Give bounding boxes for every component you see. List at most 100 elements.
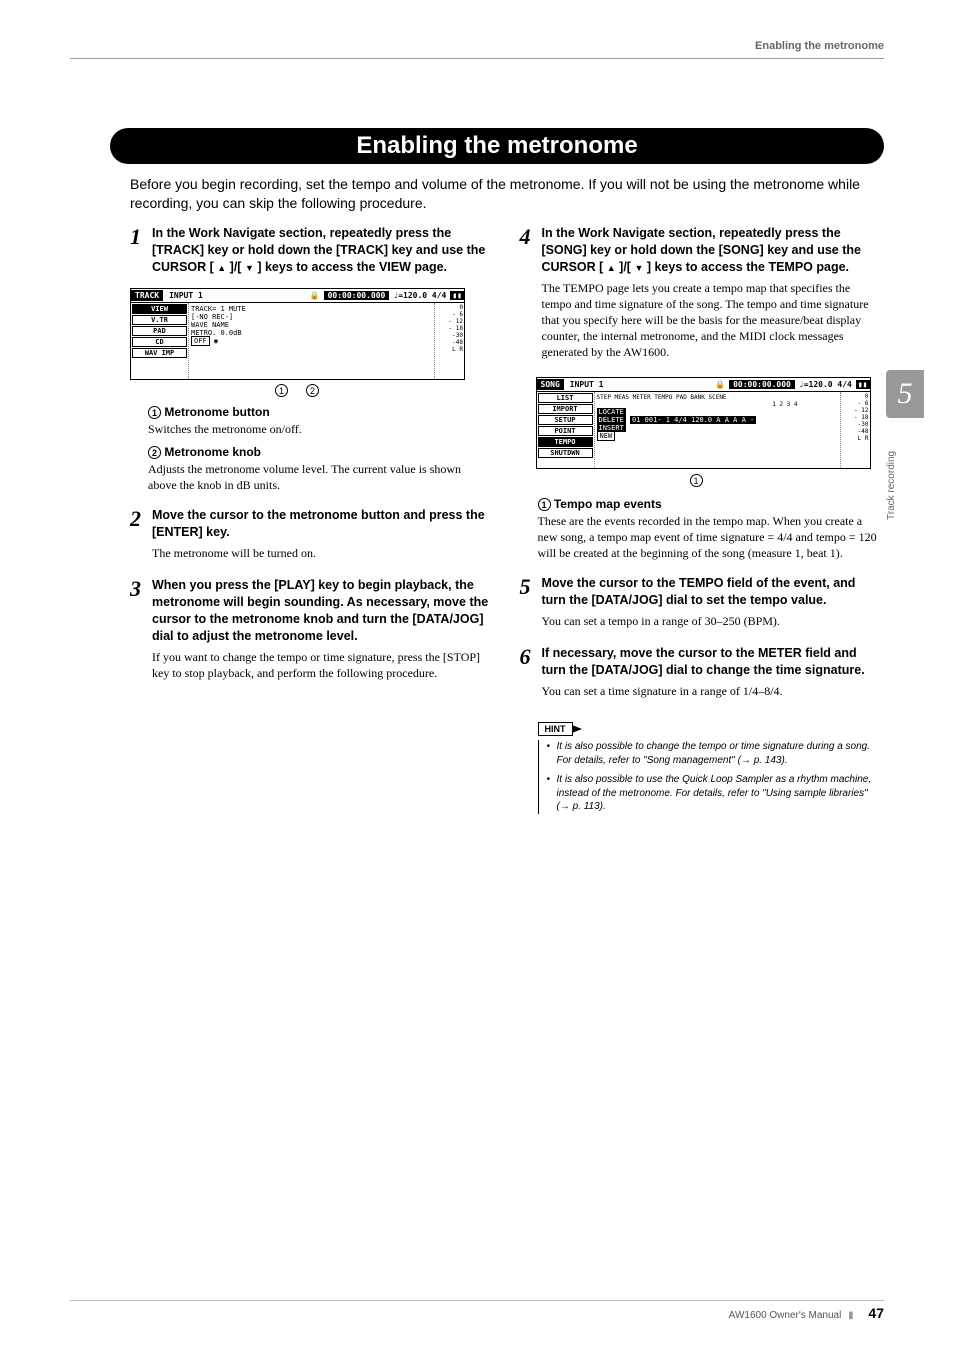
t: ] keys to access the VIEW page. [254, 260, 447, 274]
r: OFF ◉ [191, 337, 432, 345]
tab: SHUTDWN [538, 448, 593, 458]
r: WAVE NAME [191, 321, 432, 329]
callout-row: 1 2 [275, 384, 490, 397]
m: - 18 [436, 325, 463, 332]
chapter-tab: 5 Track recording [886, 370, 924, 550]
left-column: 1 In the Work Navigate section, repeated… [130, 225, 490, 820]
m: L R [436, 346, 463, 353]
hdr: STEP MEAS METER TEMPO PAD BANK SCENE [597, 394, 838, 401]
step-title: In the Work Navigate section, repeatedly… [152, 225, 490, 276]
page-number: 47 [868, 1305, 884, 1321]
row: INSERT [597, 424, 838, 432]
step-title: In the Work Navigate section, repeatedly… [542, 225, 880, 276]
ss-input: INPUT 1 [165, 291, 207, 300]
cursor-up-icon [217, 260, 226, 274]
r: METRO. 0.0dB [191, 329, 432, 337]
t: ]/[ [616, 260, 635, 274]
ss-corner: SONG [537, 379, 564, 390]
m: -30 [436, 332, 463, 339]
b: DELETE [597, 416, 626, 424]
hint-box: HINT • It is also possible to change the… [538, 721, 880, 814]
m: -30 [842, 421, 869, 428]
step-text: You can set a tempo in a range of 30–250… [542, 613, 880, 629]
lock-icon: 🔒 [306, 291, 324, 300]
bullet-icon: • [547, 773, 557, 814]
step-body: Move the cursor to the metronome button … [152, 507, 490, 569]
tab: V.TR [132, 315, 187, 325]
m: 0 [436, 304, 463, 311]
ss-tabs: LIST IMPORT SETUP POINT TEMPO SHUTDWN [537, 392, 595, 468]
step-4: 4 In the Work Navigate section, repeated… [520, 225, 880, 369]
m: - 18 [842, 414, 869, 421]
m: L R [842, 435, 869, 442]
row: DELETE 01 001- 1 4/4 120.0 A A A A - [597, 416, 838, 424]
ss-titlebar: TRACK INPUT 1 🔒 00:00:00.000 ♩=120.0 4/4… [131, 289, 464, 303]
num-icon: 1 [148, 406, 161, 419]
ss-body: VIEW V.TR PAD CD WAV IMP TRACK= 1 MUTE [… [131, 303, 464, 379]
ss-titlebar: SONG INPUT 1 🔒 00:00:00.000 ♩=120.0 4/4 … [537, 378, 870, 392]
step-5: 5 Move the cursor to the TEMPO field of … [520, 575, 880, 637]
row: LOCATE [597, 408, 838, 416]
cursor-down-icon [245, 260, 254, 274]
sub-title: 2 Metronome knob [148, 445, 490, 459]
ss-time: 00:00:00.000 [324, 291, 390, 300]
tab: VIEW [132, 304, 187, 314]
ss-tabs: VIEW V.TR PAD CD WAV IMP [131, 303, 189, 379]
b: LOCATE [597, 408, 626, 416]
right-column: 4 In the Work Navigate section, repeated… [520, 225, 880, 820]
step-text: The metronome will be turned on. [152, 545, 490, 561]
step-title: When you press the [PLAY] key to begin p… [152, 577, 490, 645]
sub-metronome-knob: 2 Metronome knob Adjusts the metronome v… [148, 445, 490, 493]
ss-meters: 0 - 6 - 12 - 18 -30 -48 L R [434, 303, 464, 379]
chapter-label: Track recording [886, 430, 924, 540]
step-number: 2 [130, 507, 152, 569]
step-number: 6 [520, 645, 542, 707]
ss-time: 00:00:00.000 [729, 380, 795, 389]
bullet-icon: • [547, 740, 557, 767]
ss-meter-icon: ▮▮ [856, 380, 870, 389]
sub-title: 1 Metronome button [148, 405, 490, 419]
song-tempo-screenshot: SONG INPUT 1 🔒 00:00:00.000 ♩=120.0 4/4 … [536, 377, 871, 469]
m: - 12 [842, 407, 869, 414]
hint-body: • It is also possible to change the temp… [538, 740, 880, 814]
page-title: Enabling the metronome [110, 128, 884, 164]
step-body: In the Work Navigate section, repeatedly… [542, 225, 880, 369]
m: -48 [842, 428, 869, 435]
step-3: 3 When you press the [PLAY] key to begin… [130, 577, 490, 689]
hint-bullet: • It is also possible to use the Quick L… [547, 773, 880, 814]
callout-1-icon: 1 [690, 474, 703, 487]
lbl: Metronome knob [164, 445, 261, 459]
step-body: In the Work Navigate section, repeatedly… [152, 225, 490, 280]
callout-2-icon: 2 [306, 384, 319, 397]
ss-meter-icon: ▮▮ [450, 291, 464, 300]
step-number: 1 [130, 225, 152, 280]
content-columns: 1 In the Work Navigate section, repeated… [130, 225, 879, 820]
step-title: Move the cursor to the metronome button … [152, 507, 490, 541]
sub-metronome-button: 1 Metronome button Switches the metronom… [148, 405, 490, 437]
hint-text: It is also possible to use the Quick Loo… [557, 773, 880, 814]
sub-tempo-events: 1 Tempo map events These are the events … [538, 497, 880, 562]
m: 0 [842, 393, 869, 400]
ss-tempo: ♩=120.0 4/4 [389, 291, 450, 300]
r: [-NO REC-] [191, 313, 432, 321]
ss-meters: 0 - 6 - 12 - 18 -30 -48 L R [840, 392, 870, 468]
num-icon: 2 [148, 446, 161, 459]
sub-text: Adjusts the metronome volume level. The … [148, 461, 490, 493]
hint-bullet: • It is also possible to change the temp… [547, 740, 880, 767]
m: -48 [436, 339, 463, 346]
sub-title: 1 Tempo map events [538, 497, 880, 511]
hdr2: 1 2 3 4 [597, 401, 838, 408]
step-title: Move the cursor to the TEMPO field of th… [542, 575, 880, 609]
callout-1-icon: 1 [275, 384, 288, 397]
cursor-up-icon [607, 260, 616, 274]
callout-row: 1 [690, 473, 880, 487]
ss-mid: TRACK= 1 MUTE [-NO REC-] WAVE NAME METRO… [189, 303, 434, 379]
hint-text: It is also possible to change the tempo … [557, 740, 880, 767]
step-1: 1 In the Work Navigate section, repeated… [130, 225, 490, 280]
step-2: 2 Move the cursor to the metronome butto… [130, 507, 490, 569]
r: TRACK= 1 MUTE [191, 305, 432, 313]
metro-off: OFF [191, 336, 210, 346]
tab: TEMPO [538, 437, 593, 447]
step-body: Move the cursor to the TEMPO field of th… [542, 575, 880, 637]
ss-input: INPUT 1 [566, 380, 608, 389]
